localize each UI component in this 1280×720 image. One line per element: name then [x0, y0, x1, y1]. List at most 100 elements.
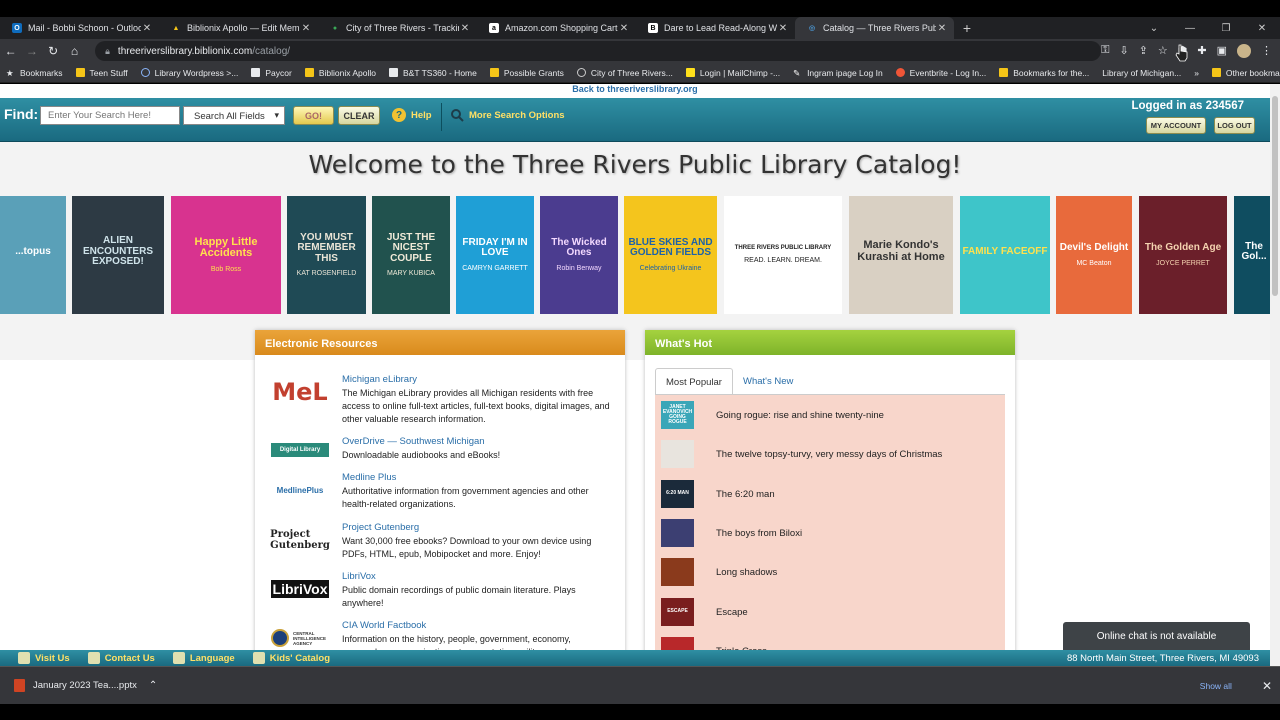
popular-item-title[interactable]: Going rogue: rise and shine twenty-nine [716, 410, 884, 421]
resource-title[interactable]: Project Gutenberg [342, 522, 419, 533]
close-tab-icon[interactable]: ✕ [141, 23, 153, 34]
more-search-options-link[interactable]: More Search Options [450, 108, 565, 122]
kebab-menu-icon[interactable]: ⋮ [1261, 44, 1272, 58]
book-cover[interactable]: Devil's Delight MC Beaton [1056, 196, 1132, 314]
close-tab-icon[interactable]: ✕ [777, 23, 789, 34]
chevron-down-icon[interactable]: ⌄ [1136, 23, 1172, 34]
book-cover[interactable]: Marie Kondo's Kurashi at Home [849, 196, 953, 314]
browser-tab-dare-to-lead[interactable]: B Dare to Lead Read-Along Worksh✕ [636, 17, 795, 39]
bookmark-item[interactable]: Eventbrite - Log In... [895, 68, 986, 78]
minimize-icon[interactable]: — [1172, 23, 1208, 34]
book-cover[interactable]: JUST THE NICEST COUPLE MARY KUBICA [372, 196, 450, 314]
book-cover[interactable]: Happy Little Accidents Bob Ross [171, 196, 281, 314]
key-icon[interactable]: ⚿ [1101, 44, 1109, 58]
book-cover[interactable]: The Gol... [1234, 196, 1270, 314]
back-arrow-icon[interactable]: ← [0, 44, 21, 58]
close-tab-icon[interactable]: ✕ [936, 23, 948, 34]
puzzle-icon[interactable]: ✚ [1197, 44, 1206, 58]
resource-title[interactable]: Michigan eLibrary [342, 374, 417, 385]
go-button[interactable]: GO! [293, 106, 334, 125]
bookmark-item[interactable]: Library Wordpress >... [140, 68, 238, 78]
tab-whats-new[interactable]: What's New [733, 368, 803, 394]
popular-item[interactable]: JANET EVANOVICH GOING ROGUE Going rogue: … [661, 399, 1001, 431]
install-icon[interactable]: ⇩ [1119, 44, 1128, 58]
book-thumbnail[interactable] [661, 440, 694, 469]
book-cover[interactable]: THREE RIVERS PUBLIC LIBRARY READ. LEARN. … [724, 196, 842, 314]
book-cover[interactable]: The Golden Age JOYCE PERRET [1139, 196, 1227, 314]
popular-item[interactable]: The boys from Biloxi [661, 517, 1001, 549]
book-thumbnail[interactable] [661, 518, 694, 547]
popular-item-title[interactable]: The boys from Biloxi [716, 528, 802, 539]
forward-arrow-icon[interactable]: → [21, 44, 42, 58]
bookmark-item[interactable]: City of Three Rivers... [576, 68, 673, 78]
book-cover[interactable]: The Wicked Ones Robin Benway [540, 196, 618, 314]
browser-tab-catalog[interactable]: ◎ Catalog — Three Rivers Public Lib✕ [795, 17, 954, 39]
close-icon[interactable]: ✕ [1262, 679, 1272, 693]
search-input[interactable] [40, 106, 180, 125]
book-cover[interactable]: YOU MUST REMEMBER THIS KAT ROSENFIELD [287, 196, 366, 314]
book-thumbnail[interactable]: ESCAPE [661, 597, 694, 626]
browser-tab-biblionix[interactable]: ▲ Biblionix Apollo — Edit Members✕ [159, 17, 318, 39]
bookmark-item[interactable]: ★ Bookmarks [6, 68, 63, 79]
chevron-up-icon[interactable]: ⌃ [149, 680, 157, 691]
my-account-button[interactable]: MY ACCOUNT [1146, 117, 1206, 134]
visit-us-link[interactable]: Visit Us [18, 652, 70, 664]
resource-title[interactable]: Medline Plus [342, 472, 396, 483]
resource-item[interactable]: MedlinePlus Medline Plus Authoritative i… [271, 472, 611, 516]
log-out-button[interactable]: LOG OUT [1214, 117, 1255, 134]
bookmark-item[interactable]: Biblionix Apollo [304, 68, 376, 78]
browser-tab-city[interactable]: ● City of Three Rivers - Tracking Lis✕ [318, 17, 477, 39]
book-thumbnail[interactable]: 6:20 MAN [661, 479, 694, 508]
popular-item[interactable]: 6:20 MAN The 6:20 man [661, 478, 1001, 510]
popular-item[interactable]: ESCAPE Escape [661, 596, 1001, 628]
close-window-icon[interactable]: ✕ [1244, 23, 1280, 34]
resource-title[interactable]: OverDrive — Southwest Michigan [342, 436, 485, 447]
bookmark-item[interactable]: Paycor [251, 68, 292, 78]
show-all-downloads-link[interactable]: Show all [1200, 681, 1232, 691]
bookmarks-overflow-icon[interactable]: » [1194, 68, 1199, 78]
book-cover[interactable]: ...topus [0, 196, 66, 314]
tab-most-popular[interactable]: Most Popular [655, 368, 733, 394]
bookmark-item[interactable]: B&T TS360 - Home [389, 68, 477, 78]
resource-item[interactable]: Project Gutenberg Project Gutenberg Want… [270, 522, 611, 566]
book-thumbnail[interactable] [661, 558, 694, 587]
book-cover[interactable]: FRIDAY I'M IN LOVE CAMRYN GARRETT [456, 196, 534, 314]
bookmark-item[interactable]: Login | MailChimp -... [685, 68, 780, 78]
popular-item-title[interactable]: Escape [716, 607, 748, 618]
share-icon[interactable]: ⇪ [1139, 44, 1148, 58]
resource-item[interactable]: MeL Michigan eLibrary The Michigan eLibr… [271, 374, 611, 424]
popular-item-title[interactable]: Long shadows [716, 567, 777, 578]
resource-title[interactable]: LibriVox [342, 571, 376, 582]
bookmark-item[interactable]: ✎ Ingram ipage Log In [793, 68, 883, 79]
address-bar[interactable]: 🔒︎ threeriverslibrary.biblionix.com/cata… [95, 41, 1102, 61]
bookmark-item[interactable]: Bookmarks for the... [999, 68, 1089, 78]
contact-us-link[interactable]: Contact Us [87, 652, 155, 664]
book-cover[interactable]: BLUE SKIES AND GOLDEN FIELDS Celebrating … [624, 196, 717, 314]
chat-status-notice[interactable]: Online chat is not available [1063, 622, 1250, 650]
book-thumbnail[interactable]: JANET EVANOVICH GOING ROGUE [661, 401, 694, 429]
download-file-name[interactable]: January 2023 Tea....pptx [33, 680, 137, 691]
sidebar-icon[interactable]: ▣ [1217, 44, 1227, 58]
reload-icon[interactable]: ↻ [43, 44, 64, 58]
close-tab-icon[interactable]: ✕ [618, 23, 630, 34]
resource-item[interactable]: LibriVox LibriVox Public domain recordin… [271, 571, 611, 615]
close-tab-icon[interactable]: ✕ [300, 23, 312, 34]
browser-tab-outlook[interactable]: O Mail - Bobbi Schoon - Outlook ✕ [0, 17, 159, 39]
cover-carousel[interactable]: ...topus ALIEN ENCOUNTERS EXPOSED! Happy L… [0, 196, 1270, 314]
book-cover[interactable]: FAMILY FACEOFF [960, 196, 1050, 314]
star-icon[interactable]: ☆ [1158, 44, 1168, 58]
new-tab-button[interactable]: + [954, 17, 980, 39]
home-icon[interactable]: ⌂ [64, 44, 85, 58]
popular-item-title[interactable]: The twelve topsy-turvy, very messy days … [716, 449, 942, 460]
back-to-site-link[interactable]: Back to threeriverslibrary.org [0, 84, 1270, 98]
profile-avatar[interactable] [1237, 44, 1252, 58]
popular-item[interactable]: Long shadows [661, 556, 1001, 588]
lock-icon[interactable]: 🔒︎ [105, 46, 110, 57]
kids-catalog-link[interactable]: Kids' Catalog [252, 652, 330, 664]
help-link[interactable]: ? Help [392, 108, 432, 122]
popular-item[interactable]: The twelve topsy-turvy, very messy days … [661, 438, 1001, 470]
bookmark-item[interactable]: Possible Grants [489, 68, 564, 78]
search-field-select[interactable]: Search All Fields ▾ [183, 106, 285, 125]
language-link[interactable]: Language [172, 652, 235, 664]
close-tab-icon[interactable]: ✕ [459, 23, 471, 34]
